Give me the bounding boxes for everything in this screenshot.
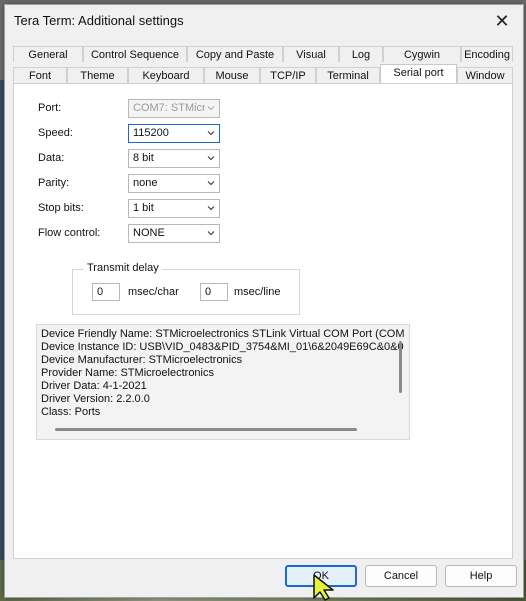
tab-visual[interactable]: Visual	[283, 46, 339, 62]
tab-font[interactable]: Font	[13, 67, 67, 83]
chevron-down-icon	[207, 206, 215, 211]
chevron-down-icon	[207, 181, 215, 186]
chevron-down-icon	[207, 156, 215, 161]
port-label: Port:	[38, 102, 62, 114]
tab-control-sequence[interactable]: Control Sequence	[83, 46, 187, 62]
driver-version: Driver Version: 2.2.0.0	[41, 393, 150, 405]
provider-name: Provider Name: STMicroelectronics	[41, 367, 214, 379]
tab-mouse[interactable]: Mouse	[204, 67, 260, 83]
tab-general[interactable]: General	[13, 46, 83, 62]
tab-terminal[interactable]: Terminal	[316, 67, 380, 83]
device-friendly-name: Device Friendly Name: STMicroelectronics…	[41, 328, 405, 340]
parity-select[interactable]: none	[128, 174, 220, 193]
window-title: Tera Term: Additional settings	[14, 13, 184, 28]
data-label: Data:	[38, 152, 65, 164]
chevron-down-icon	[207, 106, 215, 111]
chevron-down-icon	[207, 131, 215, 136]
mouse-pointer-icon	[313, 574, 334, 601]
char-delay-unit: msec/char	[128, 286, 179, 298]
close-icon: ✕	[494, 10, 510, 31]
tab-theme[interactable]: Theme	[67, 67, 128, 83]
tab-log[interactable]: Log	[339, 46, 383, 62]
data-bits-select[interactable]: 8 bit	[128, 149, 220, 168]
tab-strip: General Control Sequence Copy and Paste …	[13, 46, 513, 84]
parity-label: Parity:	[38, 177, 70, 189]
cancel-button[interactable]: Cancel	[365, 565, 437, 587]
tab-serial-port[interactable]: Serial port	[380, 64, 457, 83]
tab-keyboard[interactable]: Keyboard	[128, 67, 204, 83]
chevron-down-icon	[207, 231, 215, 236]
driver-data: Driver Data: 4-1-2021	[41, 380, 147, 392]
line-delay-unit: msec/line	[234, 286, 281, 298]
device-info-box[interactable]: Device Friendly Name: STMicroelectronics…	[36, 324, 410, 440]
additional-settings-dialog: Tera Term: Additional settings ✕ General…	[4, 4, 524, 598]
tab-window[interactable]: Window	[457, 67, 513, 83]
stop-bits-select[interactable]: 1 bit	[128, 199, 220, 218]
flow-control-select[interactable]: NONE	[128, 224, 220, 243]
device-class: Class: Ports	[41, 406, 101, 418]
close-button[interactable]: ✕	[487, 7, 517, 35]
tab-encoding[interactable]: Encoding	[461, 46, 513, 62]
serial-port-panel: Port: COM7: STMicr Speed: 115200 Data: 8…	[13, 83, 513, 559]
flow-control-label: Flow control:	[38, 227, 101, 239]
transmit-delay-title: Transmit delay	[84, 262, 162, 274]
tab-cygwin[interactable]: Cygwin	[383, 46, 461, 62]
horizontal-scrollbar[interactable]	[55, 428, 357, 431]
help-button[interactable]: Help	[445, 565, 517, 587]
device-manufacturer: Device Manufacturer: STMicroelectronics	[41, 354, 243, 366]
char-delay-input[interactable]: 0	[92, 283, 120, 301]
vertical-scrollbar[interactable]	[399, 341, 402, 393]
speed-select[interactable]: 115200	[128, 124, 220, 143]
tab-copy-and-paste[interactable]: Copy and Paste	[187, 46, 283, 62]
speed-label: Speed:	[38, 127, 73, 139]
device-instance-id: Device Instance ID: USB\VID_0483&PID_375…	[41, 341, 404, 353]
tab-tcp-ip[interactable]: TCP/IP	[260, 67, 316, 83]
port-select[interactable]: COM7: STMicr	[128, 99, 220, 118]
stop-bits-label: Stop bits:	[38, 202, 84, 214]
line-delay-input[interactable]: 0	[200, 283, 228, 301]
title-bar[interactable]: Tera Term: Additional settings ✕	[5, 5, 523, 37]
